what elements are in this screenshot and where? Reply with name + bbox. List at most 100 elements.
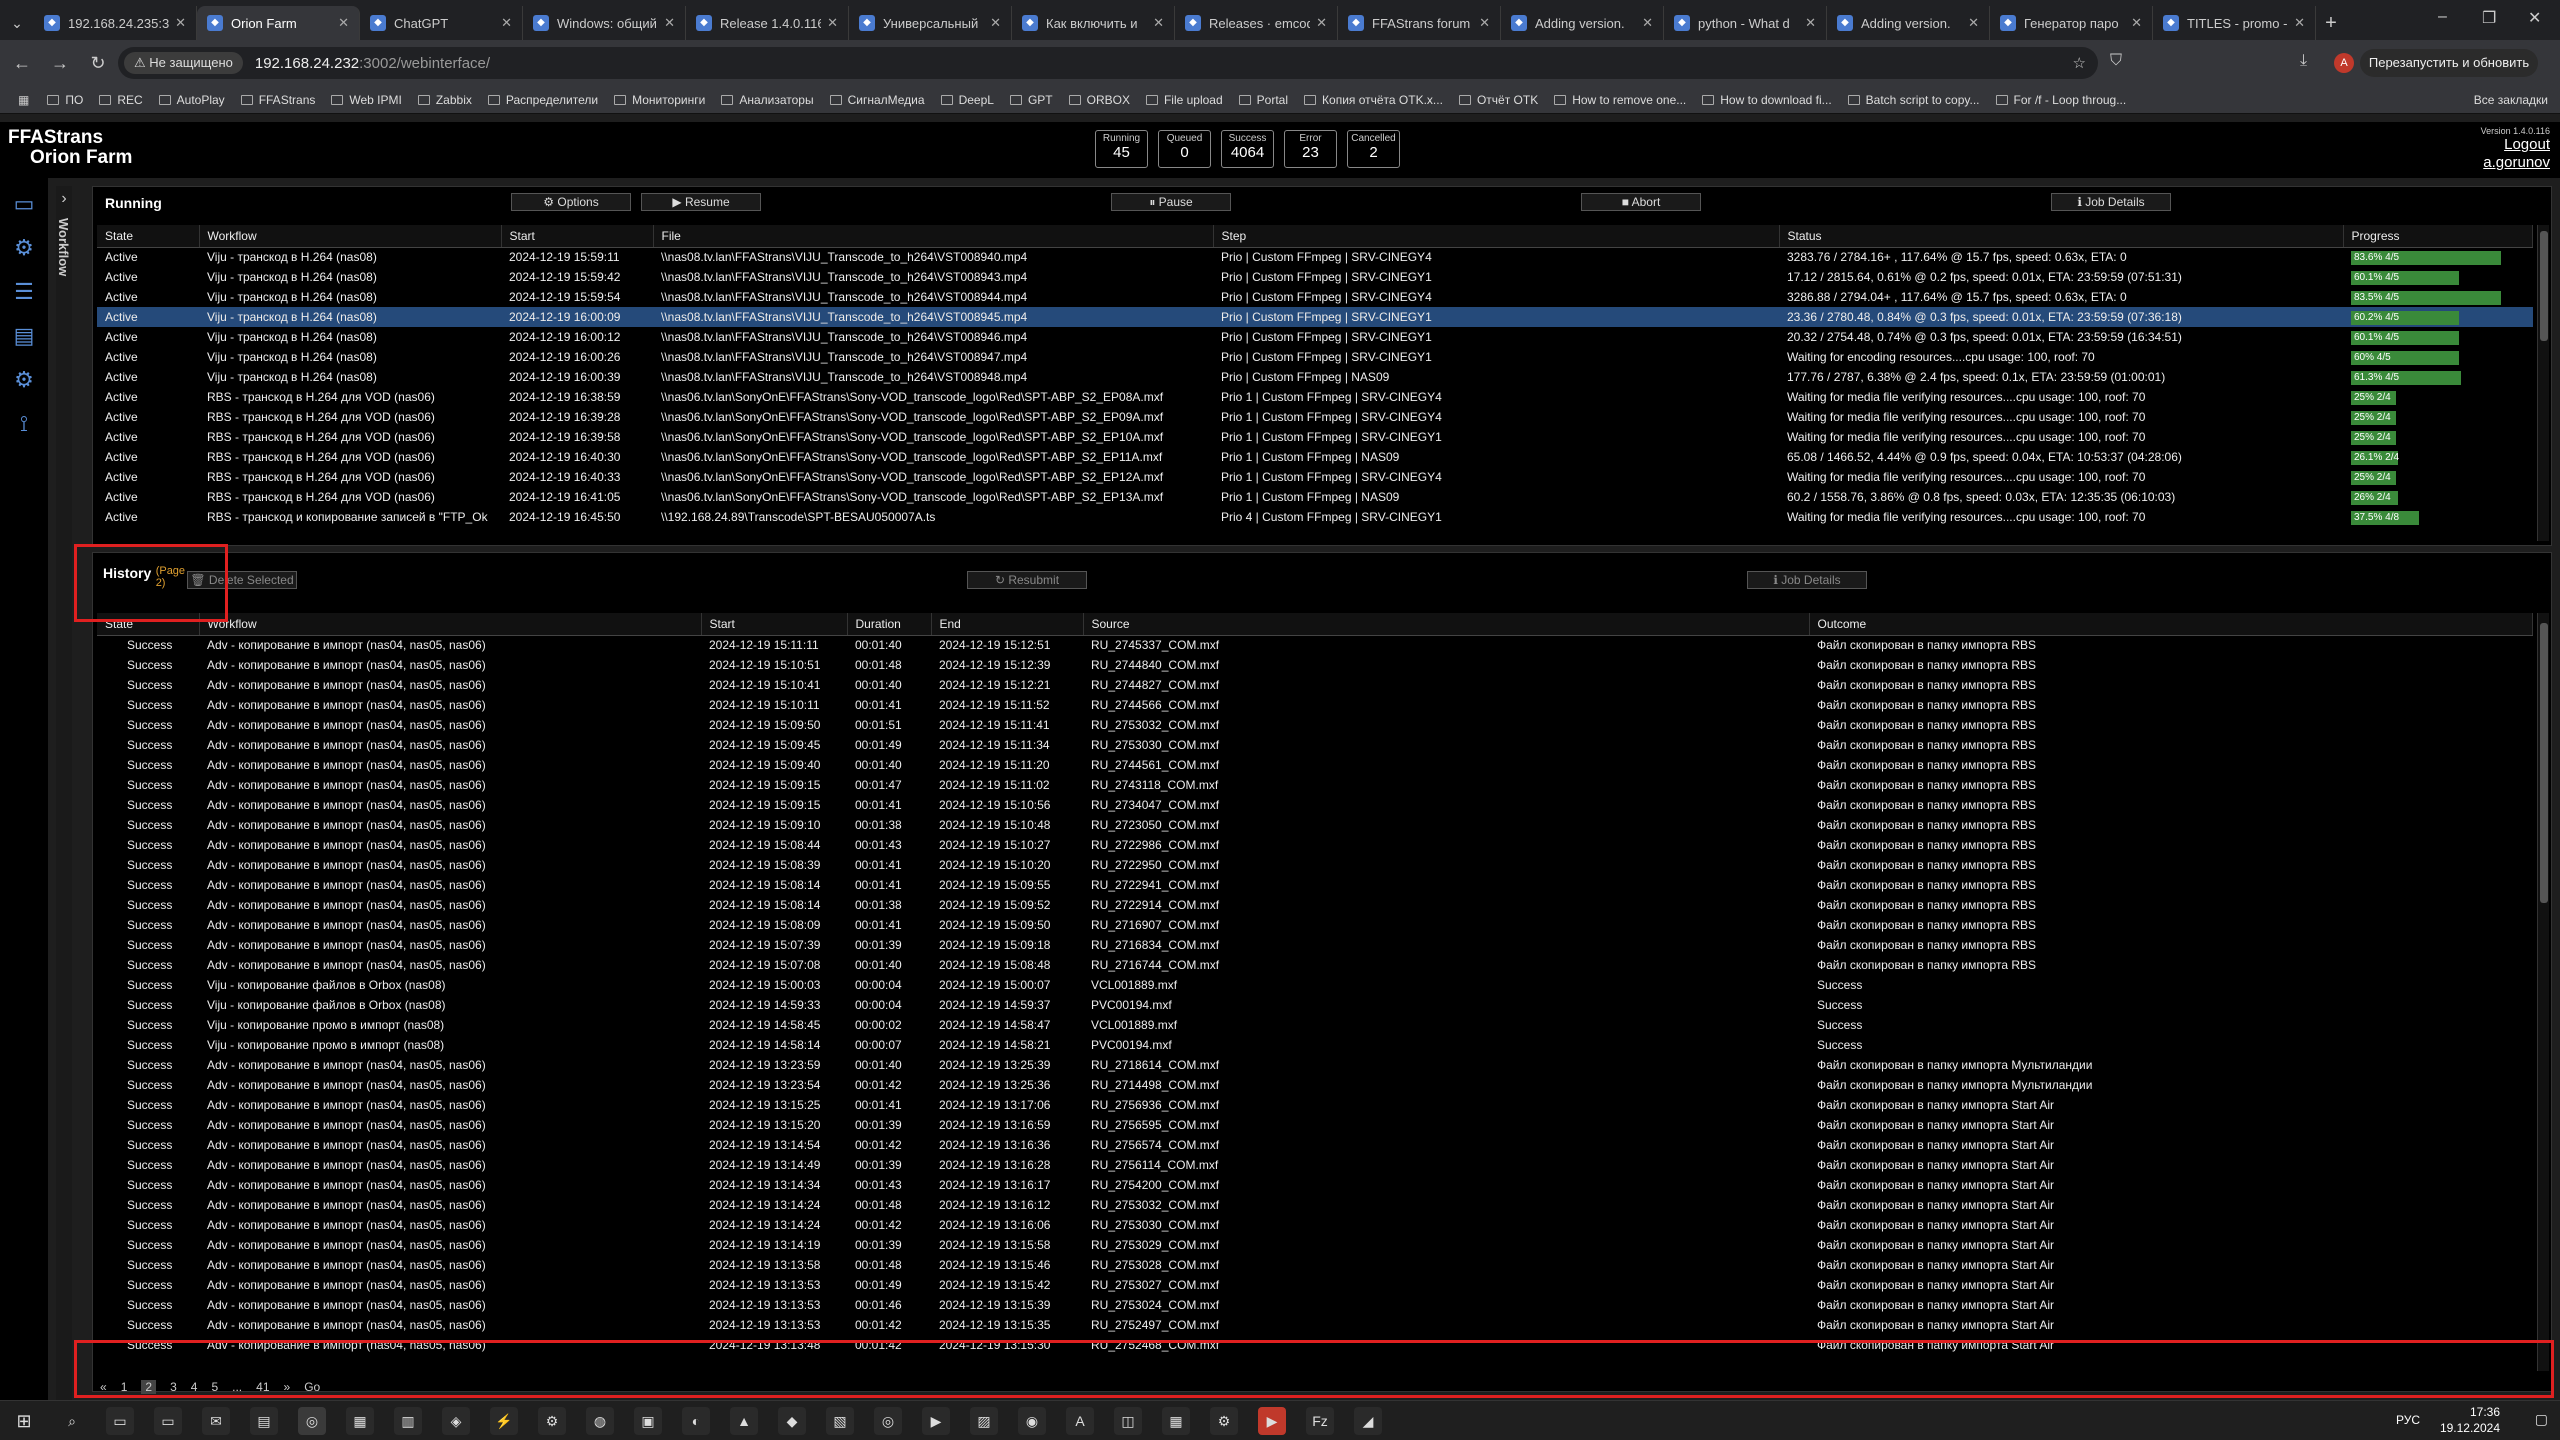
logout-link[interactable]: Logout [2483,136,2550,154]
table-row[interactable]: Success Adv - копирование в импорт (nas04… [97,935,2533,955]
minimize-icon[interactable]: – [2438,8,2447,26]
taskbar-app-icon[interactable]: ◉ [1018,1406,1046,1435]
table-row[interactable]: Active Viju - транскод в H.264 (nas08) 202… [97,267,2533,287]
chrome-taskbar-icon[interactable]: ◎ [298,1406,326,1435]
bookmark-item[interactable]: For /f - Loop throug... [1995,93,2126,107]
expand-arrow-icon[interactable]: › [56,190,72,208]
table-row[interactable]: Success Adv - копирование в импорт (nas04… [97,1075,2533,1095]
taskbar-app-icon[interactable]: ⚡ [490,1406,518,1435]
table-row[interactable]: Active RBS - транскод в H.264 для VOD (na… [97,487,2533,507]
table-row[interactable]: Success Adv - копирование в импорт (nas04… [97,1275,2533,1295]
column-header[interactable]: End [931,613,1084,636]
browser-tab[interactable]: ◆ Универсальный ✕ [849,6,1012,40]
column-header[interactable]: Source [1083,613,1810,636]
table-row[interactable]: Success Adv - копирование в импорт (nas04… [97,715,2533,735]
table-row[interactable]: Active Viju - транскод в H.264 (nas08) 202… [97,307,2533,327]
table-row[interactable]: Active RBS - транскод и копирование запис… [97,507,2533,527]
browser-tab[interactable]: ◆ FFAStrans forum ✕ [1338,6,1501,40]
tab-close-icon[interactable]: ✕ [501,15,512,31]
table-row[interactable]: Active RBS - транскод в H.264 для VOD (na… [97,387,2533,407]
taskbar-app-icon[interactable]: ▨ [970,1406,998,1435]
bookmark-item[interactable]: How to download fi... [1702,93,1832,107]
history-scrollbar[interactable] [2537,613,2549,1371]
taskbar-app-icon[interactable]: ◆ [778,1406,806,1435]
settings-icon[interactable]: ⚙ [6,362,42,398]
tab-search-button[interactable]: ⌄ [0,6,34,40]
table-row[interactable]: Success Adv - копирование в импорт (nas04… [97,1055,2533,1075]
table-row[interactable]: Success Adv - копирование в импорт (nas04… [97,855,2533,875]
tab-close-icon[interactable]: ✕ [1479,15,1490,31]
extensions-icon[interactable]: ⛉ [2110,52,2122,70]
username-link[interactable]: a.gorunov [2483,154,2550,172]
table-row[interactable]: Success Adv - копирование в импорт (nas04… [97,1255,2533,1275]
table-row[interactable]: Success Adv - копирование в импорт (nas04… [97,1095,2533,1115]
column-header[interactable]: File [653,225,1214,248]
python-icon[interactable]: ⟟ [6,406,42,442]
column-header[interactable]: Progress [2343,225,2533,248]
column-header[interactable]: Duration [847,613,932,636]
tab-close-icon[interactable]: ✕ [2294,15,2305,31]
close-window-icon[interactable]: ✕ [2528,8,2541,28]
taskbar-app-icon[interactable]: ◢ [1354,1406,1382,1435]
bookmark-item[interactable]: AutoPlay [158,93,225,107]
table-row[interactable]: Success Adv - копирование в импорт (nas04… [97,1195,2533,1215]
table-row[interactable]: Success Adv - копирование в импорт (nas04… [97,755,2533,775]
table-row[interactable]: Success Adv - копирование в импорт (nas04… [97,815,2533,835]
bookmark-item[interactable]: GPT [1009,93,1053,107]
browser-tab[interactable]: ◆ Release 1.4.0.116 ✕ [686,6,849,40]
taskbar-app-icon[interactable]: ◐ [682,1406,710,1435]
pause-button[interactable]: ⏸ Pause [1111,193,1231,211]
table-row[interactable]: Success Adv - копирование в импорт (nas04… [97,1175,2533,1195]
taskbar-app-icon[interactable]: ◎ [874,1406,902,1435]
table-row[interactable]: Active RBS - транскод в H.264 для VOD (na… [97,447,2533,467]
taskbar-app-icon[interactable]: ▦ [1162,1406,1190,1435]
taskbar-app-icon[interactable]: A [1066,1406,1094,1435]
bookmark-item[interactable]: File upload [1145,93,1223,107]
browser-tab[interactable]: ◆ Windows: общий ✕ [523,6,686,40]
table-row[interactable]: Success Adv - копирование в импорт (nas04… [97,915,2533,935]
table-row[interactable]: Success Adv - копирование в импорт (nas04… [97,1135,2533,1155]
browser-tab[interactable]: ◆ Генератор паро ✕ [1990,6,2153,40]
bookmark-item[interactable]: DeepL [940,93,994,107]
taskbar-app-icon[interactable]: ▥ [394,1406,422,1435]
tab-close-icon[interactable]: ✕ [175,15,186,31]
restore-icon[interactable]: ❐ [2482,8,2496,28]
table-row[interactable]: Success Adv - копирование в импорт (nas04… [97,635,2533,655]
taskbar-app-icon[interactable]: ▤ [250,1406,278,1435]
bookmark-item[interactable]: Portal [1238,93,1288,107]
table-row[interactable]: Success Adv - копирование в импорт (nas04… [97,1115,2533,1135]
column-header[interactable]: State [97,225,200,248]
running-job-details-button[interactable]: ℹ Job Details [2051,193,2171,211]
table-row[interactable]: Success Adv - копирование в импорт (nas04… [97,675,2533,695]
bookmark-item[interactable]: Web IPMI [331,93,402,107]
new-tab-button[interactable]: + [2316,6,2346,40]
bookmark-item[interactable]: FFAStrans [240,93,315,107]
tab-close-icon[interactable]: ✕ [990,15,1001,31]
taskbar-app-icon[interactable]: ◍ [586,1406,614,1435]
keyboard-language[interactable]: РУС [2396,1413,2420,1427]
table-row[interactable]: Success Adv - копирование в импорт (nas04… [97,875,2533,895]
taskbar-app-icon[interactable]: ◫ [1114,1406,1142,1435]
table-row[interactable]: Success Viju - копирование промо в импорт… [97,1015,2533,1035]
resume-button[interactable]: ▶ Resume [641,193,761,211]
taskbar-app-icon[interactable]: ⚙ [538,1406,566,1435]
browser-tab[interactable]: ◆ Adding version. ✕ [1827,6,1990,40]
insecure-badge[interactable]: ⚠ Не защищено [124,52,243,74]
browser-tab[interactable]: ◆ Как включить и ✕ [1012,6,1175,40]
browser-tab[interactable]: ◆ Adding version. ✕ [1501,6,1664,40]
table-row[interactable]: Success Viju - копирование файлов в Orbox… [97,975,2533,995]
running-scroll-thumb[interactable] [2540,231,2548,341]
browser-tab[interactable]: ◆ Orion Farm ✕ [197,6,360,40]
tab-close-icon[interactable]: ✕ [338,15,349,31]
table-row[interactable]: Active Viju - транскод в H.264 (nas08) 202… [97,327,2533,347]
bookmark-item[interactable]: Zabbix [417,93,472,107]
tab-close-icon[interactable]: ✕ [664,15,675,31]
browser-tab[interactable]: ◆ TITLES - promo - ✕ [2153,6,2316,40]
bookmark-item[interactable]: ORBOX [1068,93,1130,107]
table-row[interactable]: Success Adv - копирование в импорт (nas04… [97,775,2533,795]
taskbar-app-icon[interactable]: ▶ [1258,1406,1286,1435]
apps-icon[interactable]: ▦ [18,93,29,107]
start-icon[interactable]: ⊞ [10,1407,38,1435]
bookmark-item[interactable]: СигналМедиа [829,93,925,107]
abort-button[interactable]: ■ Abort [1581,193,1701,211]
